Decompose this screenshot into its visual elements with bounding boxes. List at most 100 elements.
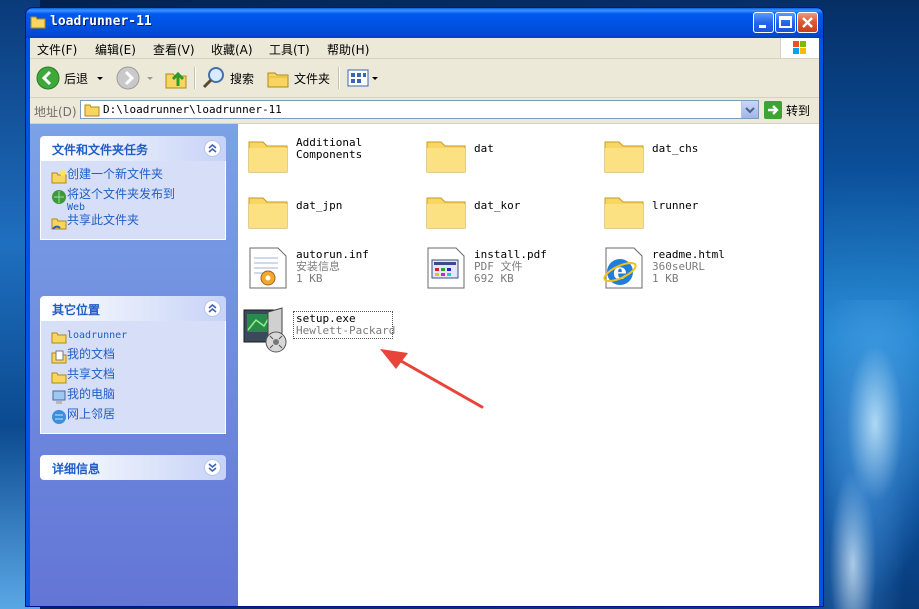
details-panel-title: 详细信息 — [52, 462, 101, 476]
internet-explorer-icon: e — [603, 247, 643, 289]
folder-icon — [426, 141, 466, 173]
menu-view[interactable]: 查看(V) — [153, 41, 195, 58]
chevron-up-icon — [208, 304, 217, 313]
places-panel: 其它位置 loadrunner 我的文档 共享文档 我的电脑 网上邻居 — [40, 296, 226, 434]
go-arrow-icon — [764, 101, 782, 119]
search-button[interactable]: 搜索 — [202, 66, 254, 90]
details-panel-header[interactable]: 详细信息 — [40, 455, 226, 480]
close-button[interactable] — [797, 12, 818, 33]
task-share-folder[interactable]: 共享此文件夹 — [41, 213, 225, 233]
address-dropdown-button[interactable] — [741, 101, 758, 118]
folder-icon — [84, 104, 100, 117]
task-pane: 文件和文件夹任务 创建一个新文件夹 将这个文件夹发布到 Web 共享此文件夹 其… — [30, 124, 238, 606]
back-button[interactable]: 后退 — [36, 66, 106, 90]
file-item-dat-kor[interactable]: dat_kor — [424, 188, 584, 238]
file-item-readme-html[interactable]: e readme.html 360seURL 1 KB — [602, 244, 762, 296]
folders-label: 文件夹 — [294, 71, 331, 86]
menu-bar: 文件(F) 编辑(E) 查看(V) 收藏(A) 工具(T) 帮助(H) — [30, 38, 819, 59]
address-value: D:\loadrunner\loadrunner-11 — [103, 103, 282, 116]
window-client: 文件(F) 编辑(E) 查看(V) 收藏(A) 工具(T) 帮助(H) 后退 搜… — [30, 38, 819, 606]
go-label: 转到 — [786, 103, 811, 118]
forward-button[interactable] — [116, 66, 156, 90]
setup-installer-icon — [243, 307, 287, 353]
publish-web-icon — [52, 190, 66, 204]
tasks-panel-body: 创建一个新文件夹 将这个文件夹发布到 Web 共享此文件夹 — [40, 161, 226, 240]
folder-icon — [426, 197, 466, 229]
folder-icon — [30, 16, 46, 29]
my-documents-icon — [51, 350, 67, 364]
expand-button[interactable] — [204, 459, 221, 476]
menu-file[interactable]: 文件(F) — [37, 41, 77, 58]
pdf-document-icon — [427, 247, 465, 289]
file-item-dat-chs[interactable]: dat_chs — [602, 132, 762, 182]
menu-tools[interactable]: 工具(T) — [269, 41, 310, 58]
folder-icon — [248, 141, 288, 173]
file-item-additional-components[interactable]: Additional Components — [246, 132, 406, 182]
file-item-autorun-inf[interactable]: autorun.inf 安装信息 1 KB — [246, 244, 406, 296]
explorer-window: loadrunner-11 文件(F) 编辑(E) 查看(V) 收藏(A) 工具… — [26, 8, 823, 606]
address-input[interactable]: D:\loadrunner\loadrunner-11 — [80, 100, 759, 119]
annotation-arrow — [380, 349, 484, 409]
place-loadrunner[interactable]: loadrunner — [41, 327, 225, 347]
tasks-panel: 文件和文件夹任务 创建一个新文件夹 将这个文件夹发布到 Web 共享此文件夹 — [40, 136, 226, 240]
folder-icon — [51, 332, 67, 344]
places-panel-title: 其它位置 — [52, 303, 101, 317]
place-my-computer[interactable]: 我的电脑 — [41, 387, 225, 407]
network-places-icon — [52, 410, 66, 424]
up-folder-button[interactable] — [164, 66, 188, 90]
task-new-folder[interactable]: 创建一个新文件夹 — [41, 167, 225, 187]
back-arrow-icon — [36, 66, 60, 90]
desktop-background-splash — [809, 300, 919, 609]
collapse-button[interactable] — [204, 300, 221, 317]
collapse-button[interactable] — [204, 140, 221, 157]
chevron-down-icon — [208, 463, 217, 472]
file-item-dat-jpn[interactable]: dat_jpn — [246, 188, 406, 238]
forward-arrow-icon — [116, 66, 140, 90]
task-publish-web[interactable]: 将这个文件夹发布到 Web — [41, 187, 225, 213]
windows-logo — [780, 38, 819, 58]
chevron-down-icon — [372, 77, 378, 80]
minimize-button[interactable] — [753, 12, 774, 33]
file-item-install-pdf[interactable]: install.pdf PDF 文件 692 KB — [424, 244, 584, 296]
close-icon — [802, 17, 813, 28]
maximize-button[interactable] — [775, 12, 796, 33]
go-button[interactable]: 转到 — [764, 100, 810, 120]
folder-icon — [604, 141, 644, 173]
folders-button[interactable]: 文件夹 — [266, 66, 330, 90]
details-panel: 详细信息 — [40, 455, 226, 480]
windows-flag-icon — [793, 41, 806, 54]
shared-documents-icon — [51, 372, 67, 384]
chevron-down-icon[interactable] — [94, 73, 106, 83]
views-button[interactable] — [346, 66, 380, 90]
chevron-down-icon — [745, 107, 755, 114]
tasks-panel-title: 文件和文件夹任务 — [52, 143, 149, 157]
place-network[interactable]: 网上邻居 — [41, 407, 225, 427]
menu-edit[interactable]: 编辑(E) — [95, 41, 136, 58]
back-label: 后退 — [64, 71, 89, 86]
views-icon — [347, 69, 369, 87]
file-list: Additional Components dat dat_chs dat_jp… — [238, 124, 819, 606]
places-panel-header[interactable]: 其它位置 — [40, 296, 226, 321]
chevron-up-icon — [208, 144, 217, 153]
setup-information-icon — [249, 247, 287, 289]
chevron-down-icon[interactable] — [144, 73, 156, 83]
folders-icon — [267, 72, 289, 88]
up-folder-icon — [165, 71, 187, 89]
folder-icon — [248, 197, 288, 229]
folder-icon — [604, 197, 644, 229]
file-item-lrunner[interactable]: lrunner — [602, 188, 762, 238]
toolbar: 后退 搜索 文件夹 — [30, 59, 819, 98]
file-item-dat[interactable]: dat — [424, 132, 584, 182]
my-computer-icon — [52, 390, 66, 404]
address-bar: 地址(D) D:\loadrunner\loadrunner-11 转到 — [30, 98, 819, 124]
maximize-icon — [779, 16, 792, 28]
place-my-documents[interactable]: 我的文档 — [41, 347, 225, 367]
tasks-panel-header[interactable]: 文件和文件夹任务 — [40, 136, 226, 161]
title-bar[interactable]: loadrunner-11 — [26, 8, 823, 38]
place-shared-documents[interactable]: 共享文档 — [41, 367, 225, 387]
address-label: 地址(D) — [34, 105, 77, 119]
minimize-icon — [759, 25, 766, 28]
menu-help[interactable]: 帮助(H) — [327, 41, 369, 58]
menu-favorites[interactable]: 收藏(A) — [211, 41, 253, 58]
new-folder-icon — [51, 170, 67, 184]
